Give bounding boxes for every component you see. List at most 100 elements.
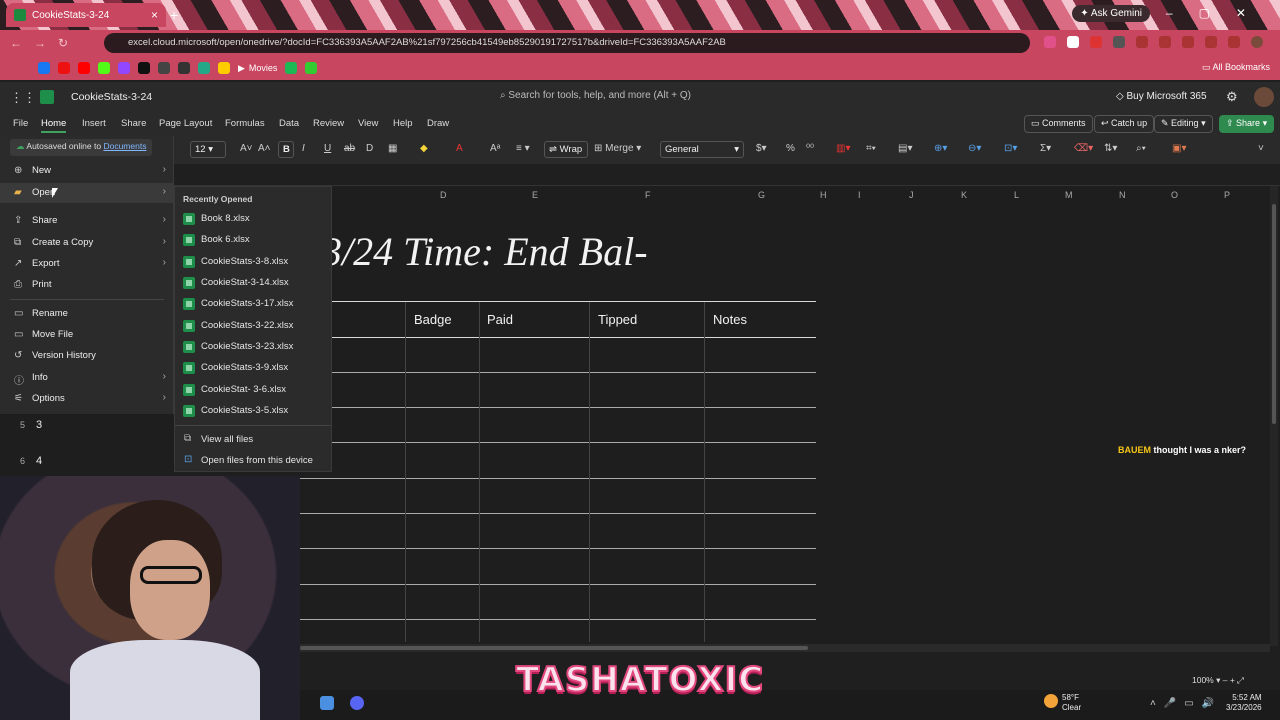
recent-file-item[interactable]: CookieStats-3-5.xlsx: [175, 401, 331, 421]
recent-file-item[interactable]: CookieStats-3-8.xlsx: [175, 252, 331, 272]
extension-icon[interactable]: [1159, 36, 1171, 48]
header-badge[interactable]: Badge: [414, 312, 452, 327]
menu-item-share[interactable]: ⇪ Share ›: [0, 211, 174, 231]
tab-share[interactable]: Share: [121, 118, 146, 129]
tab-insert[interactable]: Insert: [82, 118, 106, 129]
buy-microsoft-365-link[interactable]: ◇ Buy Microsoft 365: [1116, 91, 1207, 102]
column-header[interactable]: M: [1065, 190, 1073, 200]
clock[interactable]: 5:52 AM 3/23/2026: [1226, 693, 1262, 713]
menu-item-move-file[interactable]: ▭ Move File: [0, 325, 174, 345]
align-icon[interactable]: ≡ ▾: [516, 143, 530, 154]
bookmark-icon[interactable]: [218, 62, 230, 74]
add-ins-icon[interactable]: ▣▾: [1172, 143, 1186, 154]
format-cells-icon[interactable]: ⊡▾: [1004, 143, 1017, 154]
wrap-text-button[interactable]: ⇌ Wrap: [544, 141, 588, 158]
sort-filter-icon[interactable]: ⇅▾: [1104, 143, 1117, 154]
find-icon[interactable]: ⌕▾: [1136, 143, 1146, 154]
clear-icon[interactable]: ⌫▾: [1074, 143, 1093, 154]
decimal-icon[interactable]: ⁰⁰: [806, 143, 814, 154]
menu-item-rename[interactable]: ▭ Rename: [0, 304, 174, 324]
recent-file-item[interactable]: CookieStat-3-14.xlsx: [175, 273, 331, 293]
kick-bookmark-icon[interactable]: [98, 62, 110, 74]
column-header[interactable]: J: [909, 190, 914, 200]
fill-color-icon[interactable]: ◆: [420, 143, 428, 154]
close-tab-icon[interactable]: ×: [151, 8, 158, 22]
merge-button[interactable]: ⊞ Merge ▾: [594, 143, 641, 154]
collapse-ribbon-icon[interactable]: ˅: [1258, 143, 1264, 154]
number-format-select[interactable]: General ▾: [660, 141, 744, 158]
profile-avatar[interactable]: [1251, 36, 1263, 48]
header-tipped[interactable]: Tipped: [598, 312, 637, 327]
x-bookmark-icon[interactable]: [138, 62, 150, 74]
zoom-level[interactable]: 100% ▾ – + ⤢: [1192, 675, 1244, 686]
recent-file-item[interactable]: Book 6.xlsx: [175, 230, 331, 250]
bold-button[interactable]: B: [278, 141, 294, 158]
delete-cells-icon[interactable]: ⊖▾: [968, 143, 981, 154]
notepad-taskbar-icon[interactable]: [320, 696, 334, 710]
header-paid[interactable]: Paid: [487, 312, 513, 327]
extension-icon[interactable]: [1182, 36, 1194, 48]
cell-value[interactable]: 4: [36, 455, 42, 467]
extension-icon[interactable]: [1090, 36, 1102, 48]
window-controls[interactable]: –▢✕: [1166, 6, 1272, 20]
menu-item-new[interactable]: ⊕ New ›: [0, 161, 174, 181]
tab-help[interactable]: Help: [393, 118, 413, 129]
tab-home[interactable]: Home: [41, 118, 67, 133]
tab-data[interactable]: Data: [279, 118, 299, 129]
scroll-thumb[interactable]: [1272, 204, 1276, 424]
tab-file[interactable]: File: [13, 118, 28, 129]
tab-draw[interactable]: Draw: [427, 118, 449, 129]
recent-file-item[interactable]: Book 8.xlsx: [175, 209, 331, 229]
extension-icon[interactable]: [1113, 36, 1125, 48]
menu-item-create-copy[interactable]: ⧉ Create a Copy ›: [0, 233, 174, 253]
recent-file-item[interactable]: CookieStats-3-23.xlsx: [175, 337, 331, 357]
movies-bookmark[interactable]: ▶ Movies: [238, 63, 277, 74]
column-header[interactable]: N: [1119, 190, 1126, 200]
extension-icon[interactable]: [1136, 36, 1148, 48]
youtube-bookmark-icon[interactable]: [78, 62, 90, 74]
bookmark-icon[interactable]: [305, 62, 318, 74]
insert-cells-icon[interactable]: ⊕▾: [934, 143, 947, 154]
browser-tab[interactable]: CookieStats-3-24 ×: [6, 3, 166, 27]
font-size-select[interactable]: 12 ▾: [190, 141, 226, 158]
conditional-format-icon[interactable]: ▥▾: [836, 143, 850, 154]
menu-item-export[interactable]: ↗ Export ›: [0, 254, 174, 274]
percent-icon[interactable]: %: [786, 143, 795, 154]
increase-font-icon[interactable]: A˄: [258, 143, 271, 154]
ask-gemini-button[interactable]: ✦ Ask Gemini: [1072, 5, 1150, 22]
column-header[interactable]: I: [858, 190, 861, 200]
row-number[interactable]: 6: [20, 456, 25, 466]
column-header[interactable]: L: [1014, 190, 1019, 200]
recent-file-item[interactable]: CookieStats-3-22.xlsx: [175, 316, 331, 336]
menu-item-info[interactable]: ⓘ Info ›: [0, 368, 174, 388]
editing-mode-button[interactable]: ✎ Editing ▾: [1154, 115, 1213, 133]
bookmark-icon[interactable]: [198, 62, 210, 74]
column-header[interactable]: H: [820, 190, 827, 200]
decrease-font-icon[interactable]: A˅: [240, 143, 253, 154]
system-tray[interactable]: ˄🎤▭🔊: [1150, 698, 1222, 709]
recent-file-item[interactable]: CookieStats-3-17.xlsx: [175, 294, 331, 314]
formula-bar[interactable]: [0, 164, 1280, 186]
bookmark-icon[interactable]: [285, 62, 298, 74]
column-header[interactable]: O: [1171, 190, 1178, 200]
column-header[interactable]: P: [1224, 190, 1230, 200]
strikethrough-icon[interactable]: ab: [344, 143, 355, 154]
cell-styles-icon[interactable]: ▤▾: [898, 143, 912, 154]
view-all-files-item[interactable]: ⧉ View all files: [175, 430, 331, 450]
tab-page-layout[interactable]: Page Layout: [159, 118, 212, 129]
font-color-icon[interactable]: A: [456, 143, 463, 154]
documents-link[interactable]: Documents: [103, 141, 146, 151]
format-table-icon[interactable]: ⌗▾: [866, 143, 876, 154]
weather-widget[interactable]: 58°F Clear: [1062, 693, 1081, 713]
vertical-scrollbar[interactable]: [1270, 186, 1278, 646]
double-underline-icon[interactable]: D: [366, 143, 373, 154]
url-bar[interactable]: excel.cloud.microsoft/open/onedrive/?doc…: [104, 33, 1030, 53]
menu-item-version-history[interactable]: ↺ Version History: [0, 346, 174, 366]
header-notes[interactable]: Notes: [713, 312, 747, 327]
column-header[interactable]: E: [532, 190, 538, 200]
autosum-icon[interactable]: Σ▾: [1040, 143, 1051, 154]
all-bookmarks[interactable]: ▭ All Bookmarks: [1202, 62, 1270, 73]
facebook-bookmark-icon[interactable]: [38, 62, 50, 74]
extension-icon[interactable]: [1044, 36, 1056, 48]
extension-icon[interactable]: [1228, 36, 1240, 48]
